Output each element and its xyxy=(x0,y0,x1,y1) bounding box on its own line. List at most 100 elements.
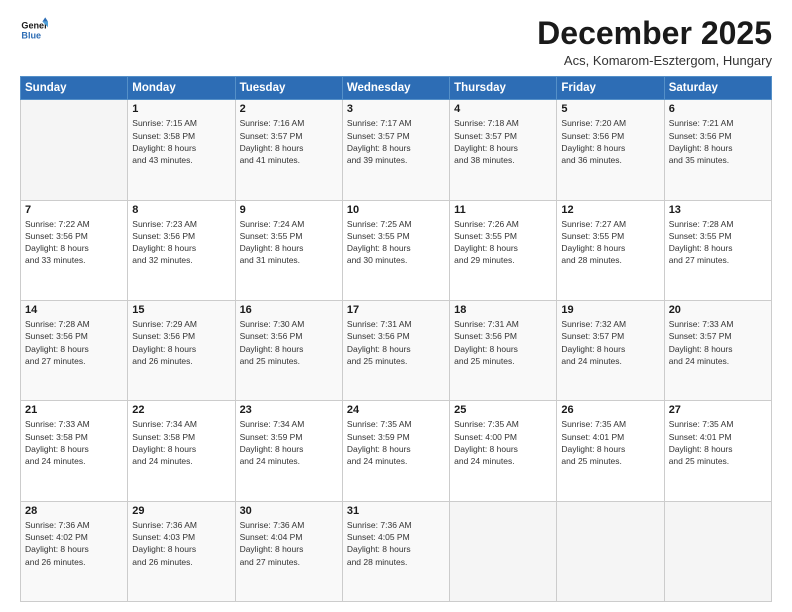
calendar-cell: 7 Sunrise: 7:22 AMSunset: 3:56 PMDaylight… xyxy=(21,200,128,300)
header-row: Sunday Monday Tuesday Wednesday Thursday… xyxy=(21,77,772,100)
day-info: Sunrise: 7:35 AMSunset: 4:01 PMDaylight:… xyxy=(561,418,659,467)
day-info: Sunrise: 7:30 AMSunset: 3:56 PMDaylight:… xyxy=(240,318,338,367)
day-number: 26 xyxy=(561,404,659,416)
day-info: Sunrise: 7:20 AMSunset: 3:56 PMDaylight:… xyxy=(561,117,659,166)
day-info: Sunrise: 7:36 AMSunset: 4:05 PMDaylight:… xyxy=(347,519,445,568)
day-info: Sunrise: 7:36 AMSunset: 4:03 PMDaylight:… xyxy=(132,519,230,568)
calendar-cell: 30 Sunrise: 7:36 AMSunset: 4:04 PMDayligh… xyxy=(235,501,342,601)
logo: General Blue xyxy=(20,16,48,44)
calendar-cell xyxy=(450,501,557,601)
subtitle: Acs, Komarom-Esztergom, Hungary xyxy=(537,53,772,68)
calendar-cell: 4Sunrise: 7:18 AMSunset: 3:57 PMDaylight… xyxy=(450,100,557,200)
day-number: 23 xyxy=(240,404,338,416)
calendar-cell: 5 Sunrise: 7:20 AMSunset: 3:56 PMDaylight… xyxy=(557,100,664,200)
calendar-week-3: 21 Sunrise: 7:33 AMSunset: 3:58 PMDayligh… xyxy=(21,401,772,501)
day-number: 9 xyxy=(240,204,338,216)
day-info: Sunrise: 7:25 AMSunset: 3:55 PMDaylight:… xyxy=(347,218,445,267)
calendar-cell: 26 Sunrise: 7:35 AMSunset: 4:01 PMDayligh… xyxy=(557,401,664,501)
col-thursday: Thursday xyxy=(450,77,557,100)
day-info: Sunrise: 7:35 AMSunset: 4:00 PMDaylight:… xyxy=(454,418,552,467)
calendar-cell: 16 Sunrise: 7:30 AMSunset: 3:56 PMDayligh… xyxy=(235,300,342,400)
day-info: Sunrise: 7:27 AMSunset: 3:55 PMDaylight:… xyxy=(561,218,659,267)
calendar-cell: 29 Sunrise: 7:36 AMSunset: 4:03 PMDayligh… xyxy=(128,501,235,601)
calendar-cell: 18 Sunrise: 7:31 AMSunset: 3:56 PMDayligh… xyxy=(450,300,557,400)
logo-icon: General Blue xyxy=(20,16,48,44)
calendar-cell: 19 Sunrise: 7:32 AMSunset: 3:57 PMDayligh… xyxy=(557,300,664,400)
calendar-header: Sunday Monday Tuesday Wednesday Thursday… xyxy=(21,77,772,100)
month-title: December 2025 xyxy=(537,16,772,51)
day-info: Sunrise: 7:34 AMSunset: 3:58 PMDaylight:… xyxy=(132,418,230,467)
calendar-cell xyxy=(664,501,771,601)
day-number: 14 xyxy=(25,304,123,316)
day-info: Sunrise: 7:36 AMSunset: 4:02 PMDaylight:… xyxy=(25,519,123,568)
day-number: 29 xyxy=(132,505,230,517)
day-number: 28 xyxy=(25,505,123,517)
calendar-cell: 13 Sunrise: 7:28 AMSunset: 3:55 PMDayligh… xyxy=(664,200,771,300)
calendar-cell: 9 Sunrise: 7:24 AMSunset: 3:55 PMDaylight… xyxy=(235,200,342,300)
calendar-cell: 1 Sunrise: 7:15 AMSunset: 3:58 PMDaylight… xyxy=(128,100,235,200)
day-info: Sunrise: 7:15 AMSunset: 3:58 PMDaylight:… xyxy=(132,117,230,166)
calendar-cell: 27Sunrise: 7:35 AMSunset: 4:01 PMDayligh… xyxy=(664,401,771,501)
day-number: 17 xyxy=(347,304,445,316)
day-number: 30 xyxy=(240,505,338,517)
day-number: 21 xyxy=(25,404,123,416)
day-info: Sunrise: 7:36 AMSunset: 4:04 PMDaylight:… xyxy=(240,519,338,568)
day-number: 18 xyxy=(454,304,552,316)
calendar-cell: 17 Sunrise: 7:31 AMSunset: 3:56 PMDayligh… xyxy=(342,300,449,400)
day-number: 5 xyxy=(561,103,659,115)
calendar-cell: 6Sunrise: 7:21 AMSunset: 3:56 PMDaylight… xyxy=(664,100,771,200)
day-info: Sunrise: 7:17 AMSunset: 3:57 PMDaylight:… xyxy=(347,117,445,166)
calendar-cell: 3 Sunrise: 7:17 AMSunset: 3:57 PMDaylight… xyxy=(342,100,449,200)
col-friday: Friday xyxy=(557,77,664,100)
calendar-cell: 31 Sunrise: 7:36 AMSunset: 4:05 PMDayligh… xyxy=(342,501,449,601)
day-info: Sunrise: 7:28 AMSunset: 3:55 PMDaylight:… xyxy=(669,218,767,267)
day-info: Sunrise: 7:35 AMSunset: 3:59 PMDaylight:… xyxy=(347,418,445,467)
calendar-cell xyxy=(557,501,664,601)
calendar-cell: 10Sunrise: 7:25 AMSunset: 3:55 PMDayligh… xyxy=(342,200,449,300)
calendar-body: 1 Sunrise: 7:15 AMSunset: 3:58 PMDaylight… xyxy=(21,100,772,602)
day-info: Sunrise: 7:31 AMSunset: 3:56 PMDaylight:… xyxy=(347,318,445,367)
calendar-cell: 2 Sunrise: 7:16 AMSunset: 3:57 PMDaylight… xyxy=(235,100,342,200)
day-info: Sunrise: 7:29 AMSunset: 3:56 PMDaylight:… xyxy=(132,318,230,367)
day-info: Sunrise: 7:24 AMSunset: 3:55 PMDaylight:… xyxy=(240,218,338,267)
day-number: 12 xyxy=(561,204,659,216)
day-info: Sunrise: 7:34 AMSunset: 3:59 PMDaylight:… xyxy=(240,418,338,467)
calendar-cell: 23 Sunrise: 7:34 AMSunset: 3:59 PMDayligh… xyxy=(235,401,342,501)
day-number: 22 xyxy=(132,404,230,416)
day-number: 15 xyxy=(132,304,230,316)
calendar-cell: 14Sunrise: 7:28 AMSunset: 3:56 PMDayligh… xyxy=(21,300,128,400)
calendar-cell: 8Sunrise: 7:23 AMSunset: 3:56 PMDaylight… xyxy=(128,200,235,300)
day-info: Sunrise: 7:31 AMSunset: 3:56 PMDaylight:… xyxy=(454,318,552,367)
calendar: Sunday Monday Tuesday Wednesday Thursday… xyxy=(20,76,772,602)
col-tuesday: Tuesday xyxy=(235,77,342,100)
calendar-cell: 11 Sunrise: 7:26 AMSunset: 3:55 PMDayligh… xyxy=(450,200,557,300)
day-info: Sunrise: 7:26 AMSunset: 3:55 PMDaylight:… xyxy=(454,218,552,267)
day-info: Sunrise: 7:22 AMSunset: 3:56 PMDaylight:… xyxy=(25,218,123,267)
day-number: 8 xyxy=(132,204,230,216)
day-number: 25 xyxy=(454,404,552,416)
calendar-cell: 25 Sunrise: 7:35 AMSunset: 4:00 PMDayligh… xyxy=(450,401,557,501)
col-monday: Monday xyxy=(128,77,235,100)
day-number: 1 xyxy=(132,103,230,115)
day-number: 11 xyxy=(454,204,552,216)
day-info: Sunrise: 7:18 AMSunset: 3:57 PMDaylight:… xyxy=(454,117,552,166)
day-number: 16 xyxy=(240,304,338,316)
calendar-week-2: 14Sunrise: 7:28 AMSunset: 3:56 PMDayligh… xyxy=(21,300,772,400)
svg-text:Blue: Blue xyxy=(21,30,41,40)
day-number: 31 xyxy=(347,505,445,517)
day-number: 24 xyxy=(347,404,445,416)
day-number: 3 xyxy=(347,103,445,115)
day-number: 2 xyxy=(240,103,338,115)
day-number: 20 xyxy=(669,304,767,316)
calendar-week-4: 28 Sunrise: 7:36 AMSunset: 4:02 PMDayligh… xyxy=(21,501,772,601)
day-info: Sunrise: 7:33 AMSunset: 3:58 PMDaylight:… xyxy=(25,418,123,467)
calendar-cell: 20Sunrise: 7:33 AMSunset: 3:57 PMDayligh… xyxy=(664,300,771,400)
day-number: 27 xyxy=(669,404,767,416)
day-number: 19 xyxy=(561,304,659,316)
day-info: Sunrise: 7:32 AMSunset: 3:57 PMDaylight:… xyxy=(561,318,659,367)
day-info: Sunrise: 7:16 AMSunset: 3:57 PMDaylight:… xyxy=(240,117,338,166)
day-number: 7 xyxy=(25,204,123,216)
calendar-cell: 12 Sunrise: 7:27 AMSunset: 3:55 PMDayligh… xyxy=(557,200,664,300)
day-number: 13 xyxy=(669,204,767,216)
day-info: Sunrise: 7:21 AMSunset: 3:56 PMDaylight:… xyxy=(669,117,767,166)
